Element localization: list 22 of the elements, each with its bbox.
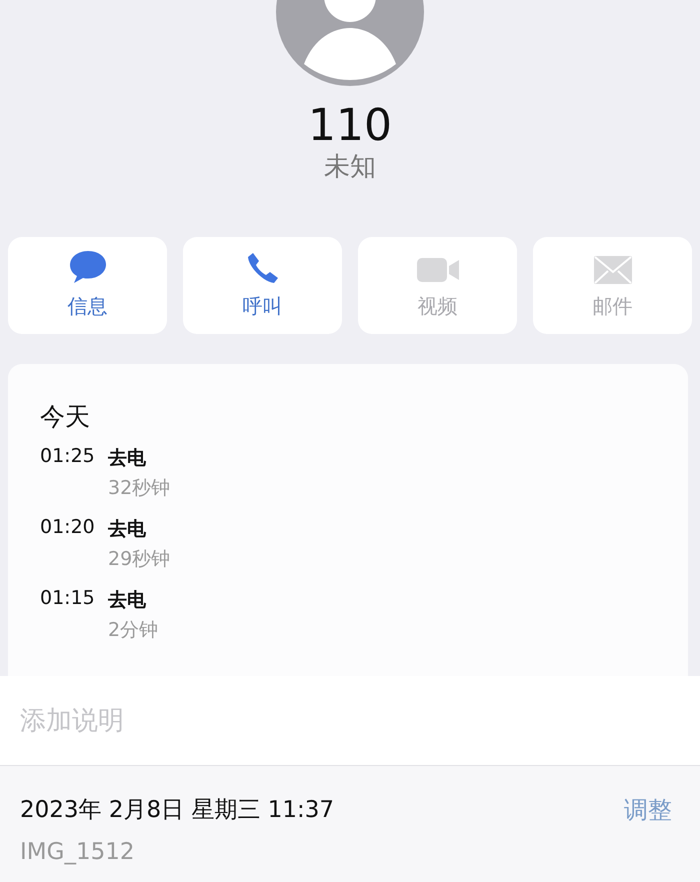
call-duration: 29秒钟 (108, 547, 172, 572)
photo-date: 2023年 2月8日 星期三 11:37 (20, 796, 334, 825)
call-time: 01:20 (40, 516, 96, 540)
contact-label: 未知 (324, 151, 376, 184)
call-type: 去电 (108, 517, 147, 542)
call-type: 去电 (108, 588, 147, 613)
file-name: IMG_1512 (20, 839, 136, 865)
phone-number: 110 (308, 100, 392, 152)
video-camera-icon (416, 255, 460, 285)
call-type: 去电 (108, 446, 147, 471)
message-button[interactable]: 信息 (8, 237, 167, 334)
call-button[interactable]: 呼叫 (183, 237, 342, 334)
mail-icon (592, 255, 632, 285)
phone-icon (246, 251, 280, 285)
call-time: 01:15 (40, 587, 96, 611)
message-icon (68, 249, 108, 285)
caption-field[interactable]: 添加说明 (0, 676, 700, 765)
call-duration: 2分钟 (108, 618, 160, 643)
call-time: 01:25 (40, 445, 96, 469)
section-heading: 今天 (40, 401, 91, 433)
call-duration: 32秒钟 (108, 476, 172, 501)
adjust-button[interactable]: 调整 (624, 794, 672, 826)
